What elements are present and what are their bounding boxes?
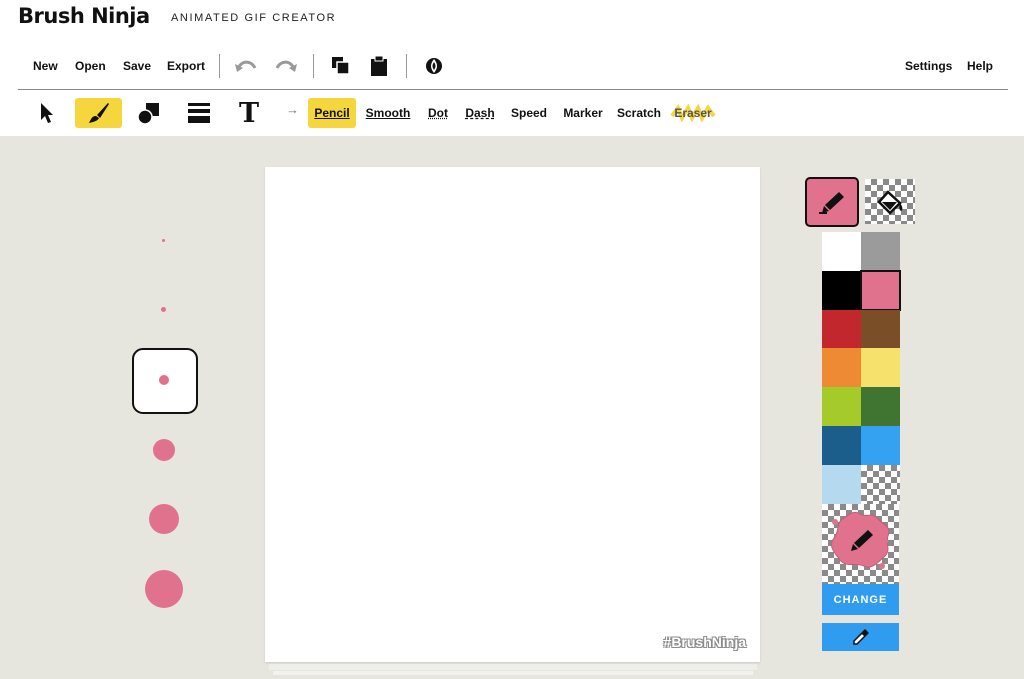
text-icon: T (238, 97, 260, 129)
color-swatch-light-blue[interactable] (822, 465, 861, 504)
change-color-button[interactable]: CHANGE (822, 584, 899, 615)
toolbar-divider (18, 89, 1008, 90)
color-swatch-brown[interactable] (861, 310, 900, 349)
undo-icon[interactable] (234, 56, 258, 76)
text-tool[interactable]: T (234, 98, 264, 128)
brush-size-4[interactable] (153, 439, 175, 461)
help-button[interactable]: Help (967, 59, 993, 73)
eyedropper-button[interactable] (822, 623, 899, 651)
brush-size-5[interactable] (149, 504, 179, 534)
line-weight-tool[interactable] (185, 98, 213, 128)
clipboard-icon[interactable] (370, 55, 388, 77)
copy-icon[interactable] (331, 56, 351, 76)
select-arrow-icon (41, 103, 53, 123)
frame-stack-shadow (273, 671, 753, 675)
top-bar: Brush Ninja ANIMATED GIF CREATOR New Ope… (0, 0, 1024, 136)
color-swatch-green[interactable] (861, 387, 900, 426)
color-swatch-transparent[interactable] (861, 465, 900, 504)
stroke-marker[interactable]: Marker (559, 98, 607, 128)
pencil-icon (851, 530, 873, 551)
frame-stack-shadow (269, 664, 757, 670)
export-button[interactable]: Export (167, 59, 205, 73)
fill-color-button[interactable] (865, 179, 915, 224)
brush-size-1[interactable] (162, 239, 165, 242)
onion-skin-icon[interactable] (424, 56, 444, 76)
menu-divider (406, 54, 407, 78)
stroke-eraser[interactable]: Eraser (670, 98, 716, 128)
fill-bucket-icon (877, 189, 903, 215)
stroke-dash[interactable]: Dash (462, 98, 498, 128)
current-color-preview (822, 504, 899, 584)
select-tool[interactable] (34, 98, 60, 128)
canvas-watermark: #BrushNinja (663, 634, 746, 650)
brush-icon (88, 103, 109, 123)
settings-button[interactable]: Settings (905, 59, 952, 73)
app-tagline: ANIMATED GIF CREATOR (171, 12, 337, 24)
shapes-tool[interactable] (135, 98, 163, 128)
arrow-indicator: → (286, 102, 299, 117)
stroke-pencil[interactable]: Pencil (308, 98, 356, 128)
color-swatch-dark-blue[interactable] (822, 426, 861, 465)
redo-icon[interactable] (274, 56, 298, 76)
stroke-scratch[interactable]: Scratch (615, 98, 663, 128)
brush-size-2[interactable] (161, 307, 166, 312)
menu-divider (313, 54, 314, 78)
brush-size-3[interactable] (159, 375, 169, 385)
color-swatch-yellow[interactable] (861, 348, 900, 387)
open-button[interactable]: Open (75, 59, 106, 73)
brush-tool[interactable] (75, 98, 122, 128)
new-button[interactable]: New (33, 59, 58, 73)
line-weight-icon (188, 103, 210, 123)
brush-size-6[interactable] (145, 570, 183, 608)
stroke-dot[interactable]: Dot (423, 98, 453, 128)
menu-divider (219, 54, 220, 78)
color-swatch-lime[interactable] (822, 387, 861, 426)
color-swatch-pink-selected[interactable] (860, 270, 901, 311)
stroke-color-button[interactable] (805, 177, 859, 227)
color-swatch-red[interactable] (822, 310, 861, 349)
color-swatch-gray[interactable] (861, 232, 900, 271)
stroke-smooth[interactable]: Smooth (363, 98, 413, 128)
shapes-icon (137, 103, 159, 125)
app-logo: Brush Ninja (18, 4, 150, 28)
pencil-icon (819, 192, 844, 214)
stroke-speed[interactable]: Speed (508, 98, 550, 128)
color-swatch-blue[interactable] (861, 426, 900, 465)
color-swatch-black[interactable] (822, 271, 861, 310)
color-swatch-orange[interactable] (822, 348, 861, 387)
drawing-canvas[interactable]: #BrushNinja (265, 167, 760, 662)
color-swatch-white[interactable] (822, 232, 861, 271)
eyedropper-icon (852, 629, 869, 645)
save-button[interactable]: Save (123, 59, 151, 73)
